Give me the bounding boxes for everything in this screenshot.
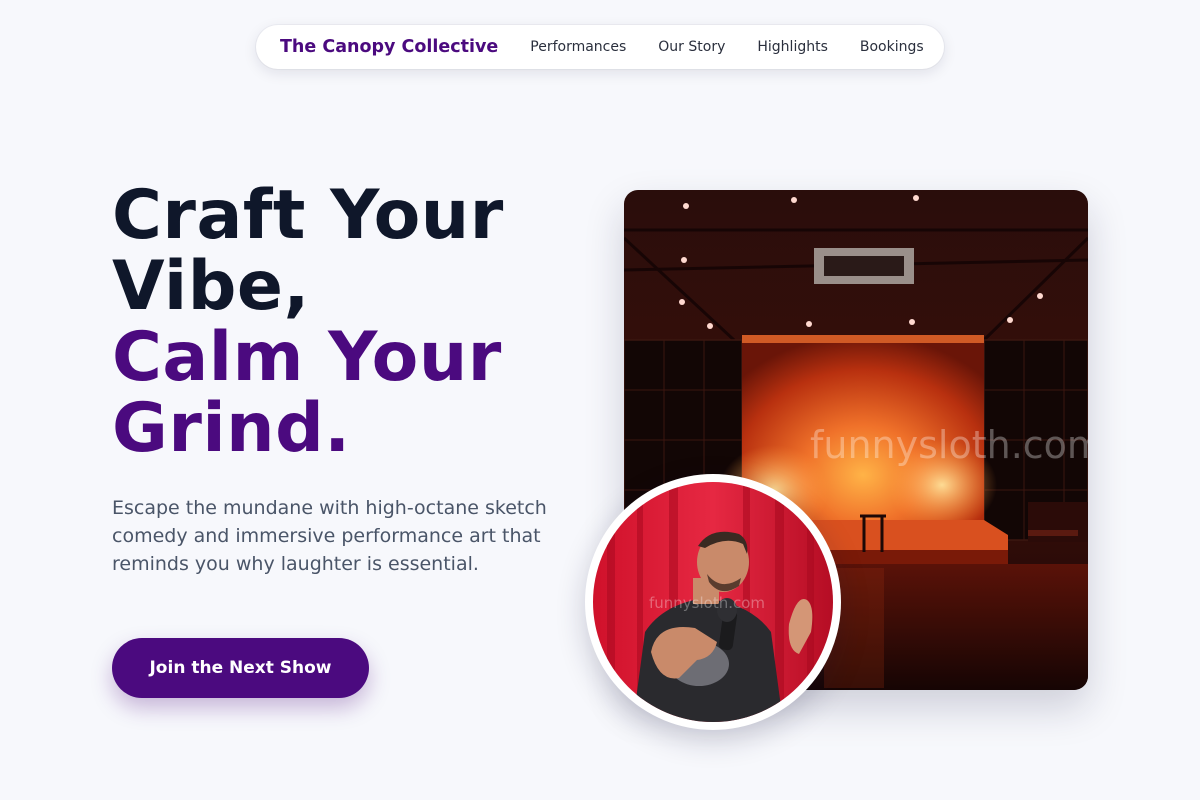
hero-title-line-4: Grind. [112, 389, 351, 468]
nav-link-our-story[interactable]: Our Story [658, 39, 725, 55]
hero-subtitle: Escape the mundane with high-octane sket… [112, 497, 547, 575]
hero-title-line-3: Calm Your [112, 318, 502, 397]
performer-avatar: funnysloth.com [593, 482, 833, 722]
stage-watermark: funnysloth.com [810, 423, 1088, 467]
join-next-show-button[interactable]: Join the Next Show [112, 638, 369, 698]
hero-title-line-1: Craft Your [112, 176, 504, 255]
top-navigation: The Canopy Collective Performances Our S… [256, 25, 944, 69]
nav-link-performances[interactable]: Performances [530, 39, 626, 55]
svg-text:funnysloth.com: funnysloth.com [649, 594, 765, 612]
hero-title-line-2: Vibe, [112, 247, 310, 326]
nav-link-highlights[interactable]: Highlights [757, 39, 828, 55]
brand-logo[interactable]: The Canopy Collective [280, 37, 498, 57]
nav-link-bookings[interactable]: Bookings [860, 39, 924, 55]
svg-text:funnysloth.com: funnysloth.com [810, 423, 1088, 467]
performer-watermark: funnysloth.com [649, 594, 765, 612]
hero-title: Craft Your Vibe, Calm Your Grind. [112, 180, 504, 464]
nav-links: Performances Our Story Highlights Bookin… [530, 39, 923, 55]
